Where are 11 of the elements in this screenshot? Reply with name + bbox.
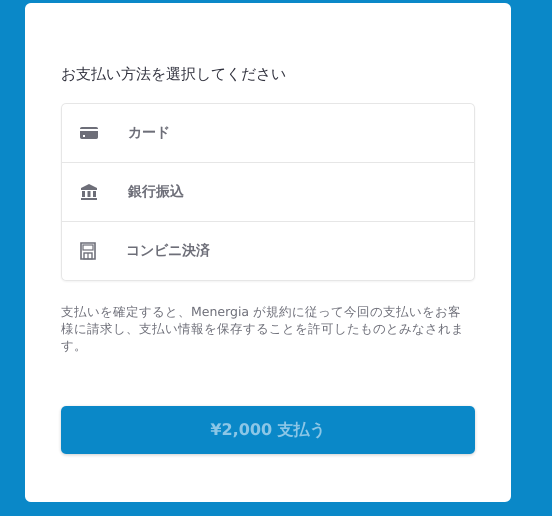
method-label: 銀行振込 (128, 183, 184, 201)
payment-method-option[interactable]: 銀行振込 (62, 162, 474, 221)
method-label: コンビニ決済 (126, 242, 210, 260)
bank-icon (80, 183, 98, 201)
method-label: カード (128, 124, 170, 142)
payment-method-option[interactable]: コンビニ決済 (62, 221, 474, 280)
store-icon (80, 242, 96, 260)
heading: お支払い方法を選択してください (61, 64, 287, 85)
payment-method-option[interactable]: カード (62, 104, 474, 162)
credit-card-icon (80, 126, 98, 140)
consent-notice: 支払いを確定すると、Menergia が規約に従って今回の支払いをお客様に請求し、支払い情報を保存することを許可したものとみなされます。 (61, 303, 465, 354)
